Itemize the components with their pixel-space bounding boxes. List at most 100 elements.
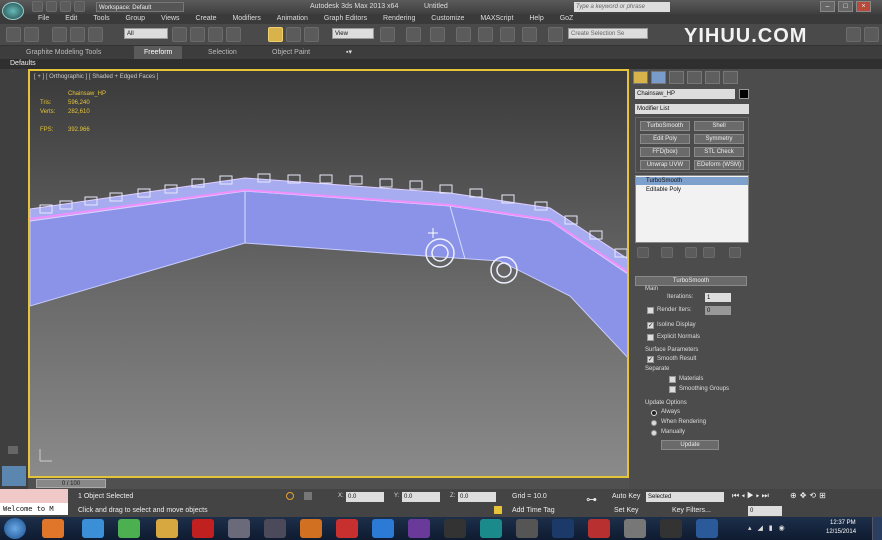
show-end-result-icon[interactable] <box>661 247 673 258</box>
menu-create[interactable]: Create <box>195 14 216 24</box>
always-radio[interactable] <box>651 410 657 416</box>
media-player-icon[interactable] <box>300 519 322 538</box>
configure-modifier-sets-icon[interactable] <box>729 247 741 258</box>
make-unique-icon[interactable] <box>685 247 697 258</box>
menu-modifiers[interactable]: Modifiers <box>232 14 260 24</box>
dark-app-icon[interactable] <box>660 519 682 538</box>
shell-button[interactable]: Shell <box>694 121 744 131</box>
menu-maxscript[interactable]: MAXScript <box>480 14 513 24</box>
tray-icons[interactable]: ▴ ◢ ▮ ◉ <box>748 524 787 532</box>
menu-graph-editors[interactable]: Graph Editors <box>324 14 367 24</box>
render-frame-icon[interactable] <box>864 27 879 42</box>
selection-lock-icon[interactable] <box>286 492 294 500</box>
smoothing-groups-checkbox[interactable] <box>669 386 676 393</box>
menu-file[interactable]: File <box>38 14 49 24</box>
menu-customize[interactable]: Customize <box>431 14 464 24</box>
new-file-icon[interactable] <box>32 1 43 12</box>
monitor-app-icon[interactable] <box>264 519 286 538</box>
red-app-icon[interactable] <box>588 519 610 538</box>
hierarchy-tab-icon[interactable] <box>669 71 684 84</box>
unlink-icon[interactable] <box>70 27 85 42</box>
menu-help[interactable]: Help <box>529 14 543 24</box>
move-icon[interactable] <box>268 27 283 42</box>
filezilla-icon[interactable] <box>192 519 214 538</box>
add-time-tag-button[interactable]: Add Time Tag <box>512 507 555 514</box>
create-tab-icon[interactable] <box>633 71 648 84</box>
stack-item-editable-poly[interactable]: Editable Poly <box>636 186 748 194</box>
menu-edit[interactable]: Edit <box>65 14 77 24</box>
app-logo-icon[interactable] <box>2 2 24 20</box>
bind-space-warp-icon[interactable] <box>88 27 103 42</box>
save-file-icon[interactable] <box>60 1 71 12</box>
when-rendering-radio[interactable] <box>651 420 657 426</box>
time-tag-icon[interactable] <box>494 506 502 514</box>
firefox-icon[interactable] <box>42 519 64 538</box>
ribbon-options-icon[interactable]: ▪▾ <box>346 46 352 59</box>
symmetry-button[interactable]: Symmetry <box>694 134 744 144</box>
edit-poly-button[interactable]: Edit Poly <box>640 134 690 144</box>
search-input[interactable]: Type a keyword or phrase <box>574 2 670 12</box>
gray-app-icon[interactable] <box>624 519 646 538</box>
chat-app-icon[interactable] <box>444 519 466 538</box>
turbosmooth-rollout-header[interactable]: TurboSmooth <box>635 276 747 286</box>
render-setup-icon[interactable] <box>846 27 861 42</box>
link-icon[interactable] <box>52 27 67 42</box>
rotate-icon[interactable] <box>286 27 301 42</box>
update-button[interactable]: Update <box>661 440 719 450</box>
minimize-button[interactable]: – <box>820 1 835 12</box>
open-file-icon[interactable] <box>46 1 57 12</box>
manually-radio[interactable] <box>651 430 657 436</box>
menu-group[interactable]: Group <box>126 14 145 24</box>
menu-animation[interactable]: Animation <box>277 14 308 24</box>
unwrap-uvw-button[interactable]: Unwrap UVW <box>640 160 690 170</box>
menu-rendering[interactable]: Rendering <box>383 14 415 24</box>
ribbon-tab-graphite[interactable]: Graphite Modeling Tools <box>26 46 101 59</box>
smooth-result-checkbox[interactable]: ✓ <box>647 356 654 363</box>
auto-key-button[interactable]: Auto Key <box>612 493 640 500</box>
materials-checkbox[interactable] <box>669 376 676 383</box>
motion-tab-icon[interactable] <box>687 71 702 84</box>
x-coordinate-field[interactable]: 0.0 <box>346 492 384 502</box>
close-button[interactable]: × <box>856 1 871 12</box>
dropbox-icon[interactable] <box>372 519 394 538</box>
orthographic-viewport[interactable]: [ + ] [ Orthographic ] [ Shaded + Edged … <box>28 69 629 478</box>
chrome-icon[interactable] <box>118 519 140 538</box>
object-color-swatch[interactable] <box>739 89 749 99</box>
edit-named-selection-icon[interactable] <box>548 27 563 42</box>
iterations-spinner[interactable]: 1 <box>705 293 731 302</box>
maximize-button[interactable]: □ <box>838 1 853 12</box>
render-iters-spinner[interactable]: 0 <box>705 306 731 315</box>
named-selection-dropdown[interactable]: Create Selection Se <box>568 28 648 39</box>
select-manipulate-icon[interactable] <box>406 27 421 42</box>
snaps-toggle-icon[interactable] <box>456 27 471 42</box>
character-app-icon[interactable] <box>516 519 538 538</box>
select-object-icon[interactable] <box>172 27 187 42</box>
edeform-button[interactable]: EDeform (WSM) <box>694 160 744 170</box>
scale-icon[interactable] <box>304 27 319 42</box>
isoline-checkbox[interactable]: ✓ <box>647 322 654 329</box>
y-coordinate-field[interactable]: 0.0 <box>402 492 440 502</box>
media-app-icon[interactable] <box>336 519 358 538</box>
key-filters-button[interactable]: Key Filters... <box>672 507 711 514</box>
defaults-label[interactable]: Defaults <box>10 59 36 69</box>
z-coordinate-field[interactable]: 0.0 <box>458 492 496 502</box>
utilities-tab-icon[interactable] <box>723 71 738 84</box>
modifier-list-dropdown[interactable]: Modifier List <box>635 104 749 114</box>
ribbon-tab-freeform[interactable]: Freeform <box>134 46 183 59</box>
render-iters-checkbox[interactable] <box>647 307 654 314</box>
ribbon-tab-selection[interactable]: Selection <box>208 46 237 59</box>
stack-item-turbosmooth[interactable]: TurboSmooth <box>636 177 748 185</box>
search-tool-icon[interactable] <box>228 519 250 538</box>
display-tab-icon[interactable] <box>705 71 720 84</box>
object-name-field[interactable]: Chainsaw_HP <box>635 89 735 99</box>
maxscript-listener-field[interactable] <box>0 489 68 503</box>
redo-icon[interactable] <box>24 27 39 42</box>
undo-quick-icon[interactable] <box>74 1 85 12</box>
menu-goz[interactable]: GoZ <box>560 14 574 24</box>
pivot-center-icon[interactable] <box>380 27 395 42</box>
selection-filter-dropdown[interactable]: All <box>124 28 168 39</box>
key-selection-dropdown[interactable]: Selected <box>646 492 724 502</box>
turbosmooth-button[interactable]: TurboSmooth <box>640 121 690 131</box>
undo-icon[interactable] <box>6 27 21 42</box>
blue-app-icon[interactable] <box>696 519 718 538</box>
